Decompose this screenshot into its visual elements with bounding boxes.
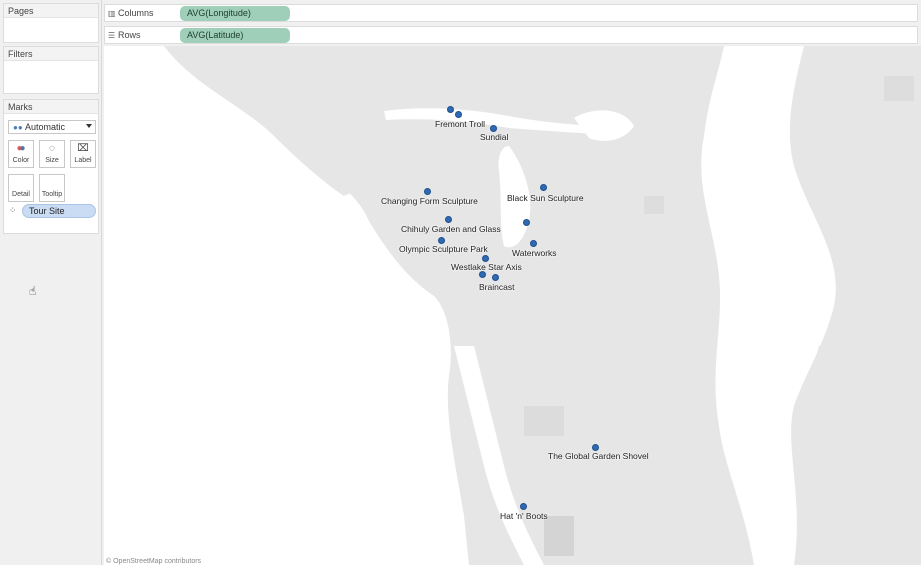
detail-field-row: ⁘ Tour Site	[8, 204, 96, 218]
filters-title: Filters	[4, 47, 98, 61]
rows-shelf-label: ☰ Rows	[108, 30, 141, 40]
color-button[interactable]: ●● Color	[8, 140, 34, 168]
tooltip-button[interactable]: Tooltip	[39, 174, 65, 202]
marks-title: Marks	[4, 100, 98, 114]
map-dot-braincast-2[interactable]	[492, 274, 499, 281]
filters-card[interactable]: Filters	[3, 46, 99, 94]
map-label-black-sun: Black Sun Sculpture	[507, 193, 584, 203]
mark-type-value: Automatic	[25, 122, 66, 132]
map-view[interactable]: Fremont Troll Sundial Changing Form Scul…	[104, 46, 921, 565]
map-dot-braincast-1[interactable]	[479, 271, 486, 278]
color-palette-icon: ●●	[16, 143, 26, 154]
detail-field-icon: ⁘	[9, 205, 17, 215]
map-dot-waterworks[interactable]	[530, 240, 537, 247]
map-label-garden-shovel: The Global Garden Shovel	[548, 451, 649, 461]
map-label-sundial: Sundial	[480, 132, 509, 142]
label-button[interactable]: ⌧ Label	[70, 140, 96, 168]
map-label-chihuly: Chihuly Garden and Glass	[401, 224, 501, 234]
rows-icon: ☰	[108, 31, 116, 40]
tableau-workspace: Pages Filters Marks ●● Automatic ●● Colo…	[0, 0, 921, 565]
map-dot-fremont-troll-2[interactable]	[455, 111, 462, 118]
map-basemap	[104, 46, 921, 565]
map-label-olympic: Olympic Sculpture Park	[399, 244, 488, 254]
map-dot-chihuly[interactable]	[445, 216, 452, 223]
map-attribution[interactable]: © OpenStreetMap contributors	[106, 558, 201, 565]
map-label-fremont-troll: Fremont Troll	[435, 119, 486, 129]
map-dot-black-sun[interactable]	[540, 184, 547, 191]
latitude-pill[interactable]: AVG(Latitude)	[180, 28, 290, 43]
detail-button-label: Detail	[12, 191, 30, 198]
pages-card[interactable]: Pages	[3, 3, 99, 43]
map-dot-changing-form[interactable]	[424, 188, 431, 195]
map-label-westlake: Westlake Star Axis	[451, 262, 522, 272]
rows-shelf[interactable]: ☰ Rows AVG(Latitude)	[104, 26, 918, 44]
hand-cursor-icon: ☝	[29, 284, 37, 298]
map-label-hat-boots: Hat 'n' Boots	[500, 511, 548, 521]
tooltip-icon	[40, 176, 64, 190]
marks-card: Marks ●● Automatic ●● Color ◌ Size ⌧ Lab…	[3, 99, 99, 234]
columns-shelf-label: ▥ Columns	[108, 8, 154, 18]
columns-icon: ▥	[108, 9, 116, 18]
map-dot-garden-shovel[interactable]	[592, 444, 599, 451]
map-label-braincast: Braincast	[479, 282, 515, 292]
map-dot-sundial[interactable]	[490, 125, 497, 132]
pages-title: Pages	[4, 4, 98, 18]
mark-type-dropdown[interactable]: ●● Automatic	[8, 120, 96, 134]
map-label-waterworks: Waterworks	[512, 248, 557, 258]
chevron-down-icon	[86, 124, 92, 128]
detail-icon	[9, 176, 33, 190]
tour-site-pill[interactable]: Tour Site	[22, 204, 96, 218]
size-icon: ◌	[49, 143, 55, 154]
color-button-label: Color	[12, 157, 30, 164]
map-dot-fremont-troll-1[interactable]	[447, 106, 454, 113]
detail-button[interactable]: Detail	[8, 174, 34, 202]
columns-shelf[interactable]: ▥ Columns AVG(Longitude)	[104, 4, 918, 22]
label-button-label: Label	[74, 157, 92, 164]
longitude-pill[interactable]: AVG(Longitude)	[180, 6, 290, 21]
map-dot-olympic[interactable]	[438, 237, 445, 244]
left-pane: Pages Filters Marks ●● Automatic ●● Colo…	[0, 0, 102, 565]
map-dot-westlake[interactable]	[482, 255, 489, 262]
mark-type-icon: ●●	[13, 123, 23, 132]
label-icon: ⌧	[77, 143, 89, 154]
map-label-changing-form: Changing Form Sculpture	[381, 196, 478, 206]
map-dot-hat-boots[interactable]	[520, 503, 527, 510]
size-button[interactable]: ◌ Size	[39, 140, 65, 168]
map-dot-extra[interactable]	[523, 219, 530, 226]
tooltip-button-label: Tooltip	[41, 191, 63, 198]
size-button-label: Size	[45, 157, 59, 164]
